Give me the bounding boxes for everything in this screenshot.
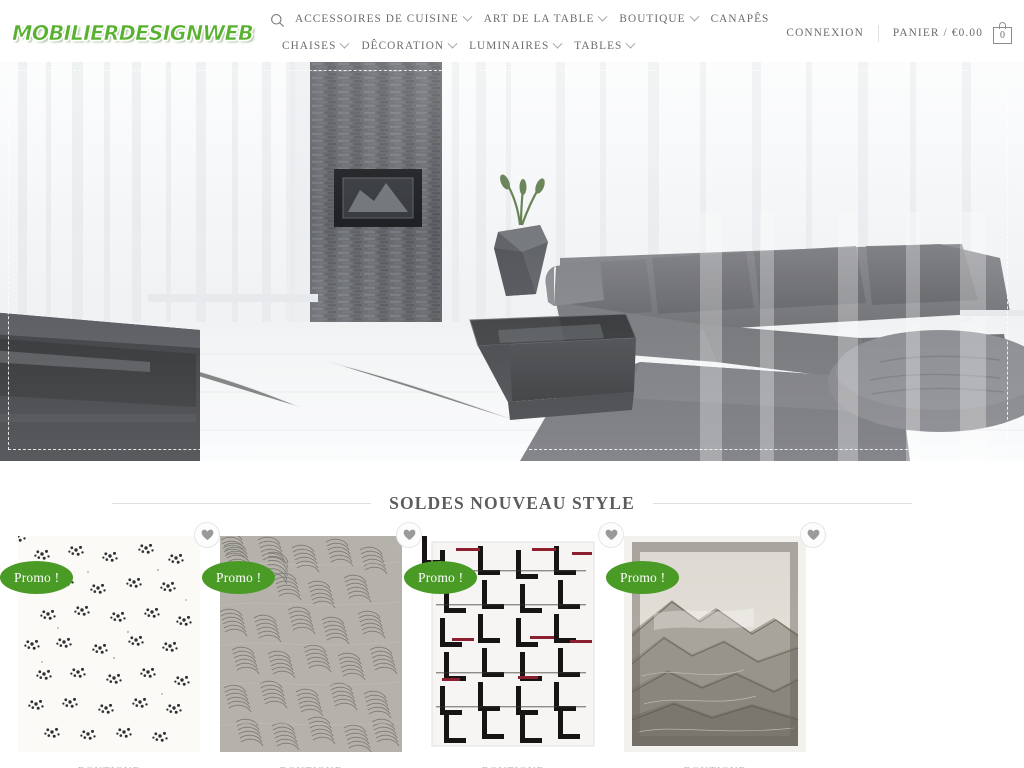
- promo-badge-label: Promo !: [418, 569, 464, 585]
- chevron-down-icon: [462, 12, 473, 23]
- nav-item-accessoires-de-cuisine[interactable]: ACCESSOIRES DE CUISINE: [295, 12, 473, 26]
- cart-item-count: 0: [1000, 30, 1005, 41]
- nav-label: ACCESSOIRES DE CUISINE: [295, 13, 459, 26]
- logo-text: MOBILIERDESIGNWEB: [12, 21, 254, 46]
- promo-badge: Promo !: [404, 561, 478, 594]
- shopping-bag-icon: 0: [993, 22, 1012, 44]
- promo-badge-label: Promo !: [216, 569, 262, 585]
- wishlist-button[interactable]: [194, 522, 220, 548]
- heart-icon: [605, 529, 617, 540]
- product-media[interactable]: Promo !: [0, 522, 220, 752]
- nav-label: LUMINAIRES: [469, 40, 550, 53]
- nav-item-art-de-la-table[interactable]: ART DE LA TABLE: [483, 12, 608, 26]
- nav-item-luminaires[interactable]: LUMINAIRES: [469, 39, 563, 53]
- heart-icon: [403, 529, 415, 540]
- product-grid: Promo ! BOUTIQUE: [0, 522, 1024, 768]
- nav-item-tables[interactable]: TABLES: [574, 39, 636, 53]
- chevron-down-icon: [447, 39, 458, 50]
- nav-item-decoration[interactable]: DÊCORATION: [361, 39, 458, 53]
- nav-row-primary: ACCESSOIRES DE CUISINE ART DE LA TABLE B…: [270, 9, 770, 31]
- nav-item-canapes[interactable]: CANAPÊS: [710, 13, 770, 26]
- hero-banner[interactable]: [0, 62, 1024, 461]
- promo-badge: Promo !: [0, 561, 74, 594]
- wishlist-button[interactable]: [598, 522, 624, 548]
- nav-label: BOUTIQUE: [619, 13, 686, 26]
- site-logo[interactable]: MOBILIERDESIGNWEB: [12, 21, 254, 46]
- search-icon[interactable]: [270, 13, 285, 28]
- nav-label: CANAPÊS: [710, 13, 770, 26]
- heart-icon: [201, 529, 213, 540]
- nav-label: CHAISES: [282, 40, 337, 53]
- section-header: SOLDES NOUVEAU STYLE: [0, 493, 1024, 514]
- hero-illustration: [0, 62, 1024, 461]
- chevron-down-icon: [339, 39, 350, 50]
- wishlist-button[interactable]: [800, 522, 826, 548]
- chevron-down-icon: [597, 12, 608, 23]
- nav-item-boutique[interactable]: BOUTIQUE: [619, 12, 700, 26]
- promo-badge-label: Promo !: [14, 569, 60, 585]
- product-media[interactable]: Promo !: [404, 522, 624, 752]
- promo-badge: Promo !: [202, 561, 276, 594]
- header-divider: [877, 24, 879, 42]
- rule-right: [652, 503, 913, 504]
- main-navigation: ACCESSOIRES DE CUISINE ART DE LA TABLE B…: [270, 9, 770, 58]
- nav-row-secondary: CHAISES DÊCORATION LUMINAIRES TABLES: [270, 36, 770, 58]
- product-media[interactable]: Promo !: [606, 522, 826, 752]
- header-utilities: CONNEXION PANIER / €0.00 0: [786, 22, 1012, 44]
- nav-label: ART DE LA TABLE: [483, 13, 595, 26]
- product-card[interactable]: Promo ! BOUTIQUE: [0, 522, 220, 768]
- chevron-down-icon: [552, 39, 563, 50]
- wishlist-button[interactable]: [396, 522, 422, 548]
- site-header: MOBILIERDESIGNWEB ACCESSOIRES DE CUISINE…: [0, 0, 1024, 62]
- nav-item-chaises[interactable]: CHAISES: [282, 39, 350, 53]
- cart-total-label: PANIER / €0.00: [892, 27, 983, 39]
- hero-image: [0, 62, 1024, 461]
- promo-badge: Promo !: [606, 561, 680, 594]
- product-card[interactable]: Promo ! BOUTIQUE: [404, 522, 624, 768]
- section-title: SOLDES NOUVEAU STYLE: [389, 493, 635, 513]
- nav-label: TABLES: [574, 40, 623, 53]
- heart-icon: [807, 529, 819, 540]
- chevron-down-icon: [689, 12, 700, 23]
- cart-link[interactable]: PANIER / €0.00 0: [893, 22, 1012, 44]
- promo-badge-label: Promo !: [620, 569, 666, 585]
- product-media[interactable]: Promo !: [202, 522, 422, 752]
- chevron-down-icon: [625, 39, 636, 50]
- product-card[interactable]: Promo ! BOUTIQUE: [606, 522, 826, 768]
- nav-label: DÊCORATION: [361, 40, 445, 53]
- rule-left: [112, 503, 372, 504]
- product-card[interactable]: Promo ! BOUTIQUE: [202, 522, 422, 768]
- account-login-link[interactable]: CONNEXION: [786, 27, 864, 39]
